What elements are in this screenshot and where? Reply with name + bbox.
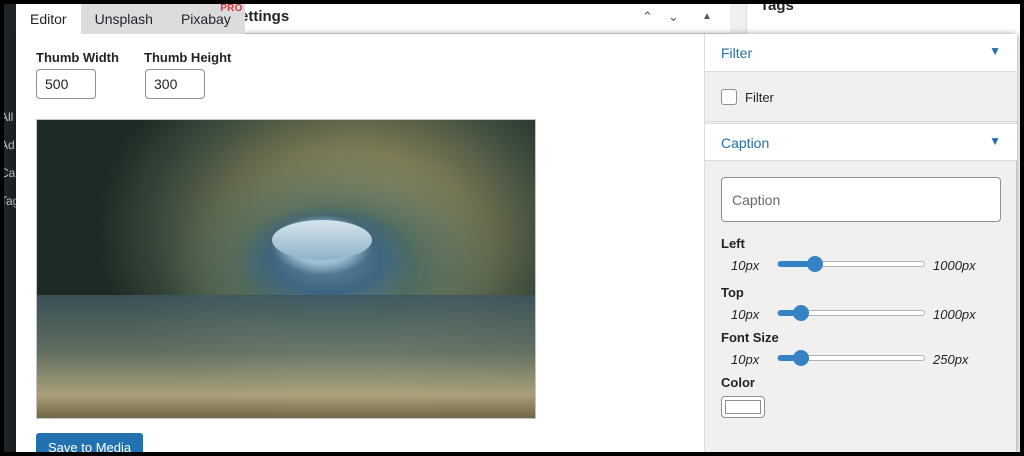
tab-editor[interactable]: Editor <box>16 4 81 34</box>
chevron-down-icon: ⌄ <box>668 9 679 24</box>
caret-down-icon: ▼ <box>989 134 1001 148</box>
thumb-height-input[interactable] <box>145 69 205 99</box>
slider-max-label: 1000px <box>933 307 976 322</box>
tab-label: Editor <box>30 11 67 27</box>
color-chip <box>725 400 761 414</box>
slider-thumb[interactable] <box>793 350 810 366</box>
image-preview <box>36 119 536 419</box>
pro-badge: PRO <box>220 3 243 14</box>
admin-menu-item: Tag <box>0 194 16 208</box>
caption-input[interactable] <box>721 177 1001 222</box>
color-label: Color <box>721 375 755 390</box>
wave-water <box>37 295 535 418</box>
caption-section-title: Caption <box>721 135 770 151</box>
settings-sidebar: Filter ▼ Filter Filter Caption ▼ Left 10p… <box>704 34 1017 456</box>
filter-accordion-header[interactable]: Filter ▼ <box>705 34 1017 72</box>
tab-pixabay[interactable]: Pixabay PRO <box>166 3 245 34</box>
slider-thumb[interactable] <box>793 305 810 321</box>
slider-max-label: 1000px <box>933 258 976 273</box>
filter-checkbox[interactable] <box>721 89 737 105</box>
slider-min-label: 10px <box>731 307 760 322</box>
wave-sky <box>272 220 372 260</box>
admin-menu-item: All <box>0 110 14 124</box>
slider-track[interactable] <box>777 256 925 272</box>
chevron-up-icon: ⌃ <box>642 9 653 24</box>
admin-menu-item: Ca <box>0 166 16 180</box>
filter-section-title: Filter <box>721 45 753 61</box>
save-to-media-button[interactable]: Save to Media <box>36 433 144 456</box>
editor-tabs: Editor Unsplash Pixabay PRO <box>16 3 245 34</box>
thumb-width-input[interactable] <box>36 69 96 99</box>
slider-label: Top <box>721 285 744 300</box>
caret-down-icon: ▼ <box>989 44 1001 58</box>
slider-label: Font Size <box>721 330 779 345</box>
background-tags-title: Tags <box>760 0 794 14</box>
slider-track[interactable] <box>777 305 925 321</box>
slider-min-label: 10px <box>731 352 760 367</box>
triangle-up-icon: ▲ <box>702 11 712 22</box>
slider-track[interactable] <box>777 350 925 366</box>
admin-menu: All Ad Ca Tag <box>0 0 16 456</box>
color-picker-button[interactable] <box>721 396 765 418</box>
image-editor-modal: Thumb Width Thumb Height Save to Media F… <box>16 34 1017 456</box>
slider-thumb[interactable] <box>806 256 823 272</box>
thumb-height-label: Thumb Height <box>144 50 232 65</box>
filter-checkbox-label: Filter <box>745 90 774 105</box>
caption-accordion-header[interactable]: Caption ▼ <box>705 123 1017 161</box>
slider-min-label: 10px <box>731 258 760 273</box>
slider-label: Left <box>721 236 745 251</box>
admin-menu-item: Ad <box>0 138 15 152</box>
slider-max-label: 250px <box>933 352 969 367</box>
tab-label: Unsplash <box>94 11 153 27</box>
thumb-width-label: Thumb Width <box>36 50 119 65</box>
tab-unsplash[interactable]: Unsplash <box>80 4 167 34</box>
